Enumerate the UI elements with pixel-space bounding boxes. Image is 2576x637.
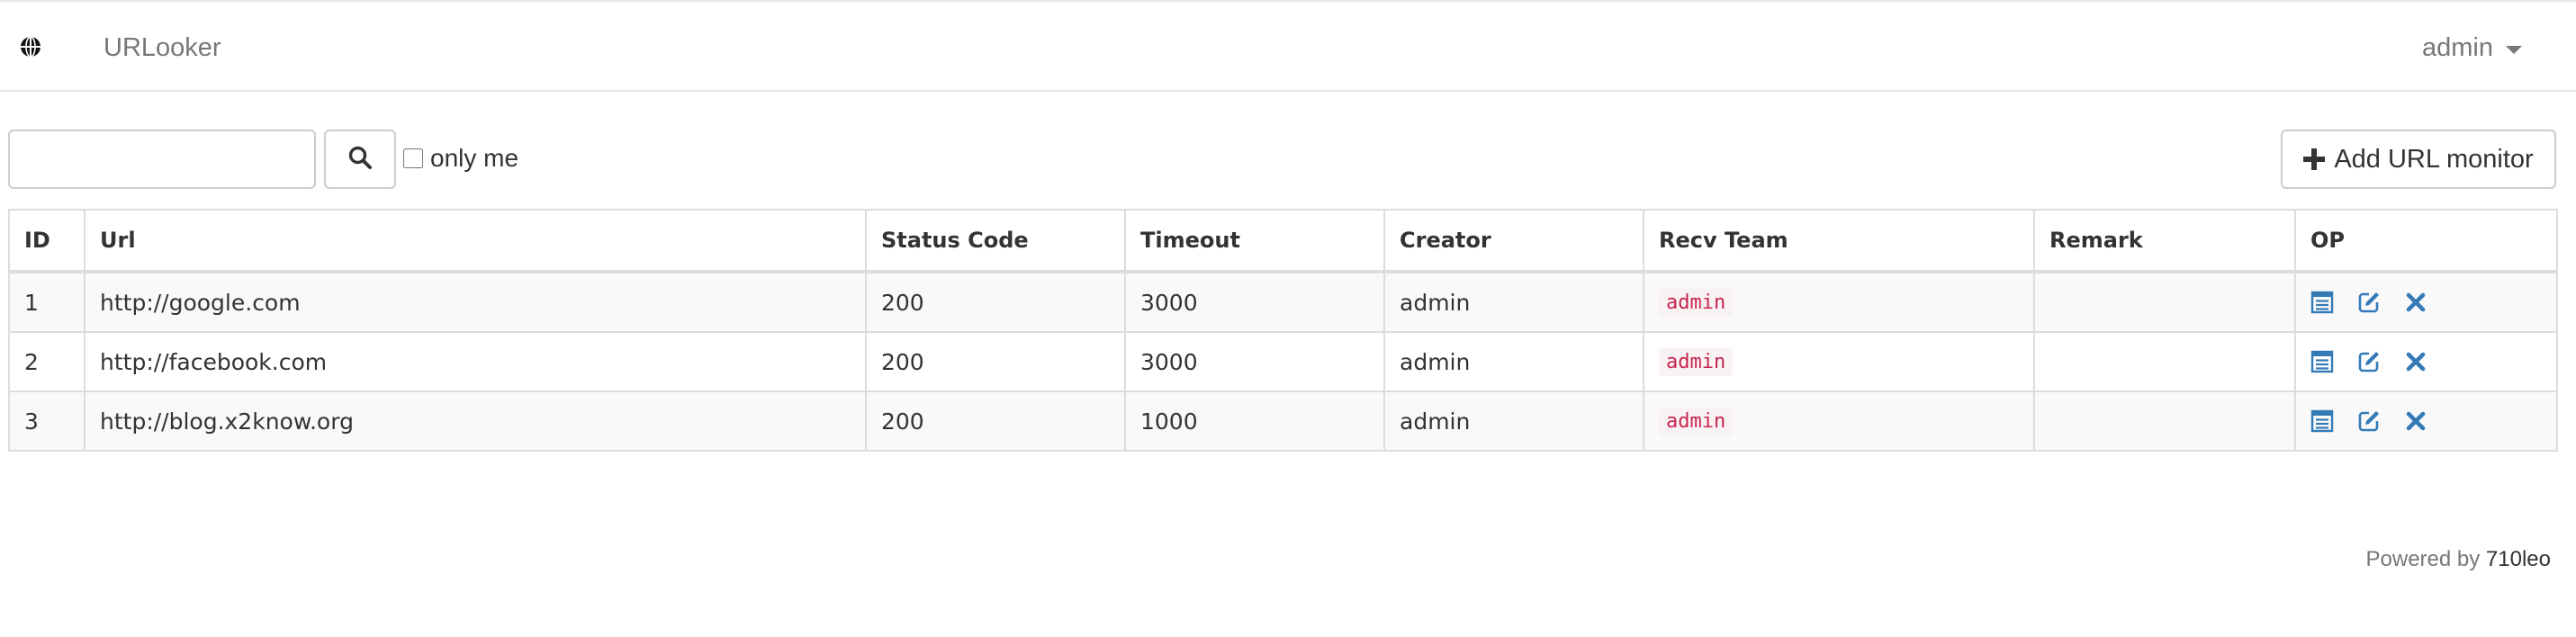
cell-remark [2033,390,2296,452]
cell-remark [2033,271,2296,333]
cell-op [2294,331,2558,392]
brand-link[interactable]: URLooker [104,32,221,63]
cell-timeout: 3000 [1124,271,1385,333]
only-me-filter[interactable]: only me [403,144,518,173]
cell-id: 1 [8,271,86,333]
table-row: 2 http://facebook.com 200 3000 admin adm… [8,331,2558,392]
delete-icon[interactable] [2404,409,2427,433]
footer: Powered by 710leo [2366,547,2552,572]
monitor-table: ID Url Status Code Timeout Creator Recv … [8,209,2558,452]
table-row: 3 http://blog.x2know.org 200 1000 admin … [8,390,2558,452]
cell-recv-team: admin [1643,271,2035,333]
delete-icon[interactable] [2404,291,2427,314]
list-icon[interactable] [2310,350,2334,373]
cell-op [2294,271,2558,333]
add-url-monitor-button[interactable]: Add URL monitor [2281,130,2556,189]
cell-remark [2033,331,2296,392]
only-me-checkbox[interactable] [403,148,423,168]
cell-creator: admin [1383,331,1644,392]
footer-author-link[interactable]: 710leo [2486,547,2551,571]
column-header-status-code: Status Code [865,209,1126,274]
table-row: 1 http://google.com 200 3000 admin admin [8,271,2558,333]
list-icon[interactable] [2310,291,2334,314]
team-badge: admin [1659,289,1734,317]
cell-timeout: 1000 [1124,390,1385,452]
team-badge: admin [1659,408,1734,435]
column-header-url: Url [84,209,867,274]
cell-status-code: 200 [865,331,1126,392]
cell-id: 3 [8,390,86,452]
cell-url: http://google.com [84,271,867,333]
column-header-recv-team: Recv Team [1643,209,2035,274]
delete-icon[interactable] [2404,350,2427,373]
globe-icon[interactable] [20,36,41,58]
cell-recv-team: admin [1643,390,2035,452]
only-me-label: only me [430,144,519,172]
cell-creator: admin [1383,390,1644,452]
edit-icon[interactable] [2357,350,2381,373]
plus-icon [2303,148,2326,170]
search-icon [347,145,373,175]
footer-prefix: Powered by [2365,547,2481,571]
column-header-timeout: Timeout [1124,209,1385,274]
cell-status-code: 200 [865,271,1126,333]
team-badge: admin [1659,348,1734,376]
cell-url: http://blog.x2know.org [84,390,867,452]
column-header-op: OP [2294,209,2558,274]
table-header-row: ID Url Status Code Timeout Creator Recv … [8,209,2558,274]
cell-op [2294,390,2558,452]
search-button[interactable] [324,130,396,189]
column-header-creator: Creator [1383,209,1644,274]
cell-url: http://facebook.com [84,331,867,392]
column-header-remark: Remark [2033,209,2296,274]
edit-icon[interactable] [2357,409,2381,433]
cell-id: 2 [8,331,86,392]
search-input[interactable] [8,130,316,189]
user-name: admin [2422,33,2493,62]
cell-creator: admin [1383,271,1644,333]
column-header-id: ID [8,209,86,274]
add-url-monitor-label: Add URL monitor [2334,144,2534,174]
chevron-down-icon [2506,45,2522,54]
cell-recv-team: admin [1643,331,2035,392]
cell-timeout: 3000 [1124,331,1385,392]
cell-status-code: 200 [865,390,1126,452]
navbar: URLooker admin [0,0,2576,92]
list-icon[interactable] [2310,409,2334,433]
edit-icon[interactable] [2357,291,2381,314]
user-menu[interactable]: admin [2422,32,2522,63]
